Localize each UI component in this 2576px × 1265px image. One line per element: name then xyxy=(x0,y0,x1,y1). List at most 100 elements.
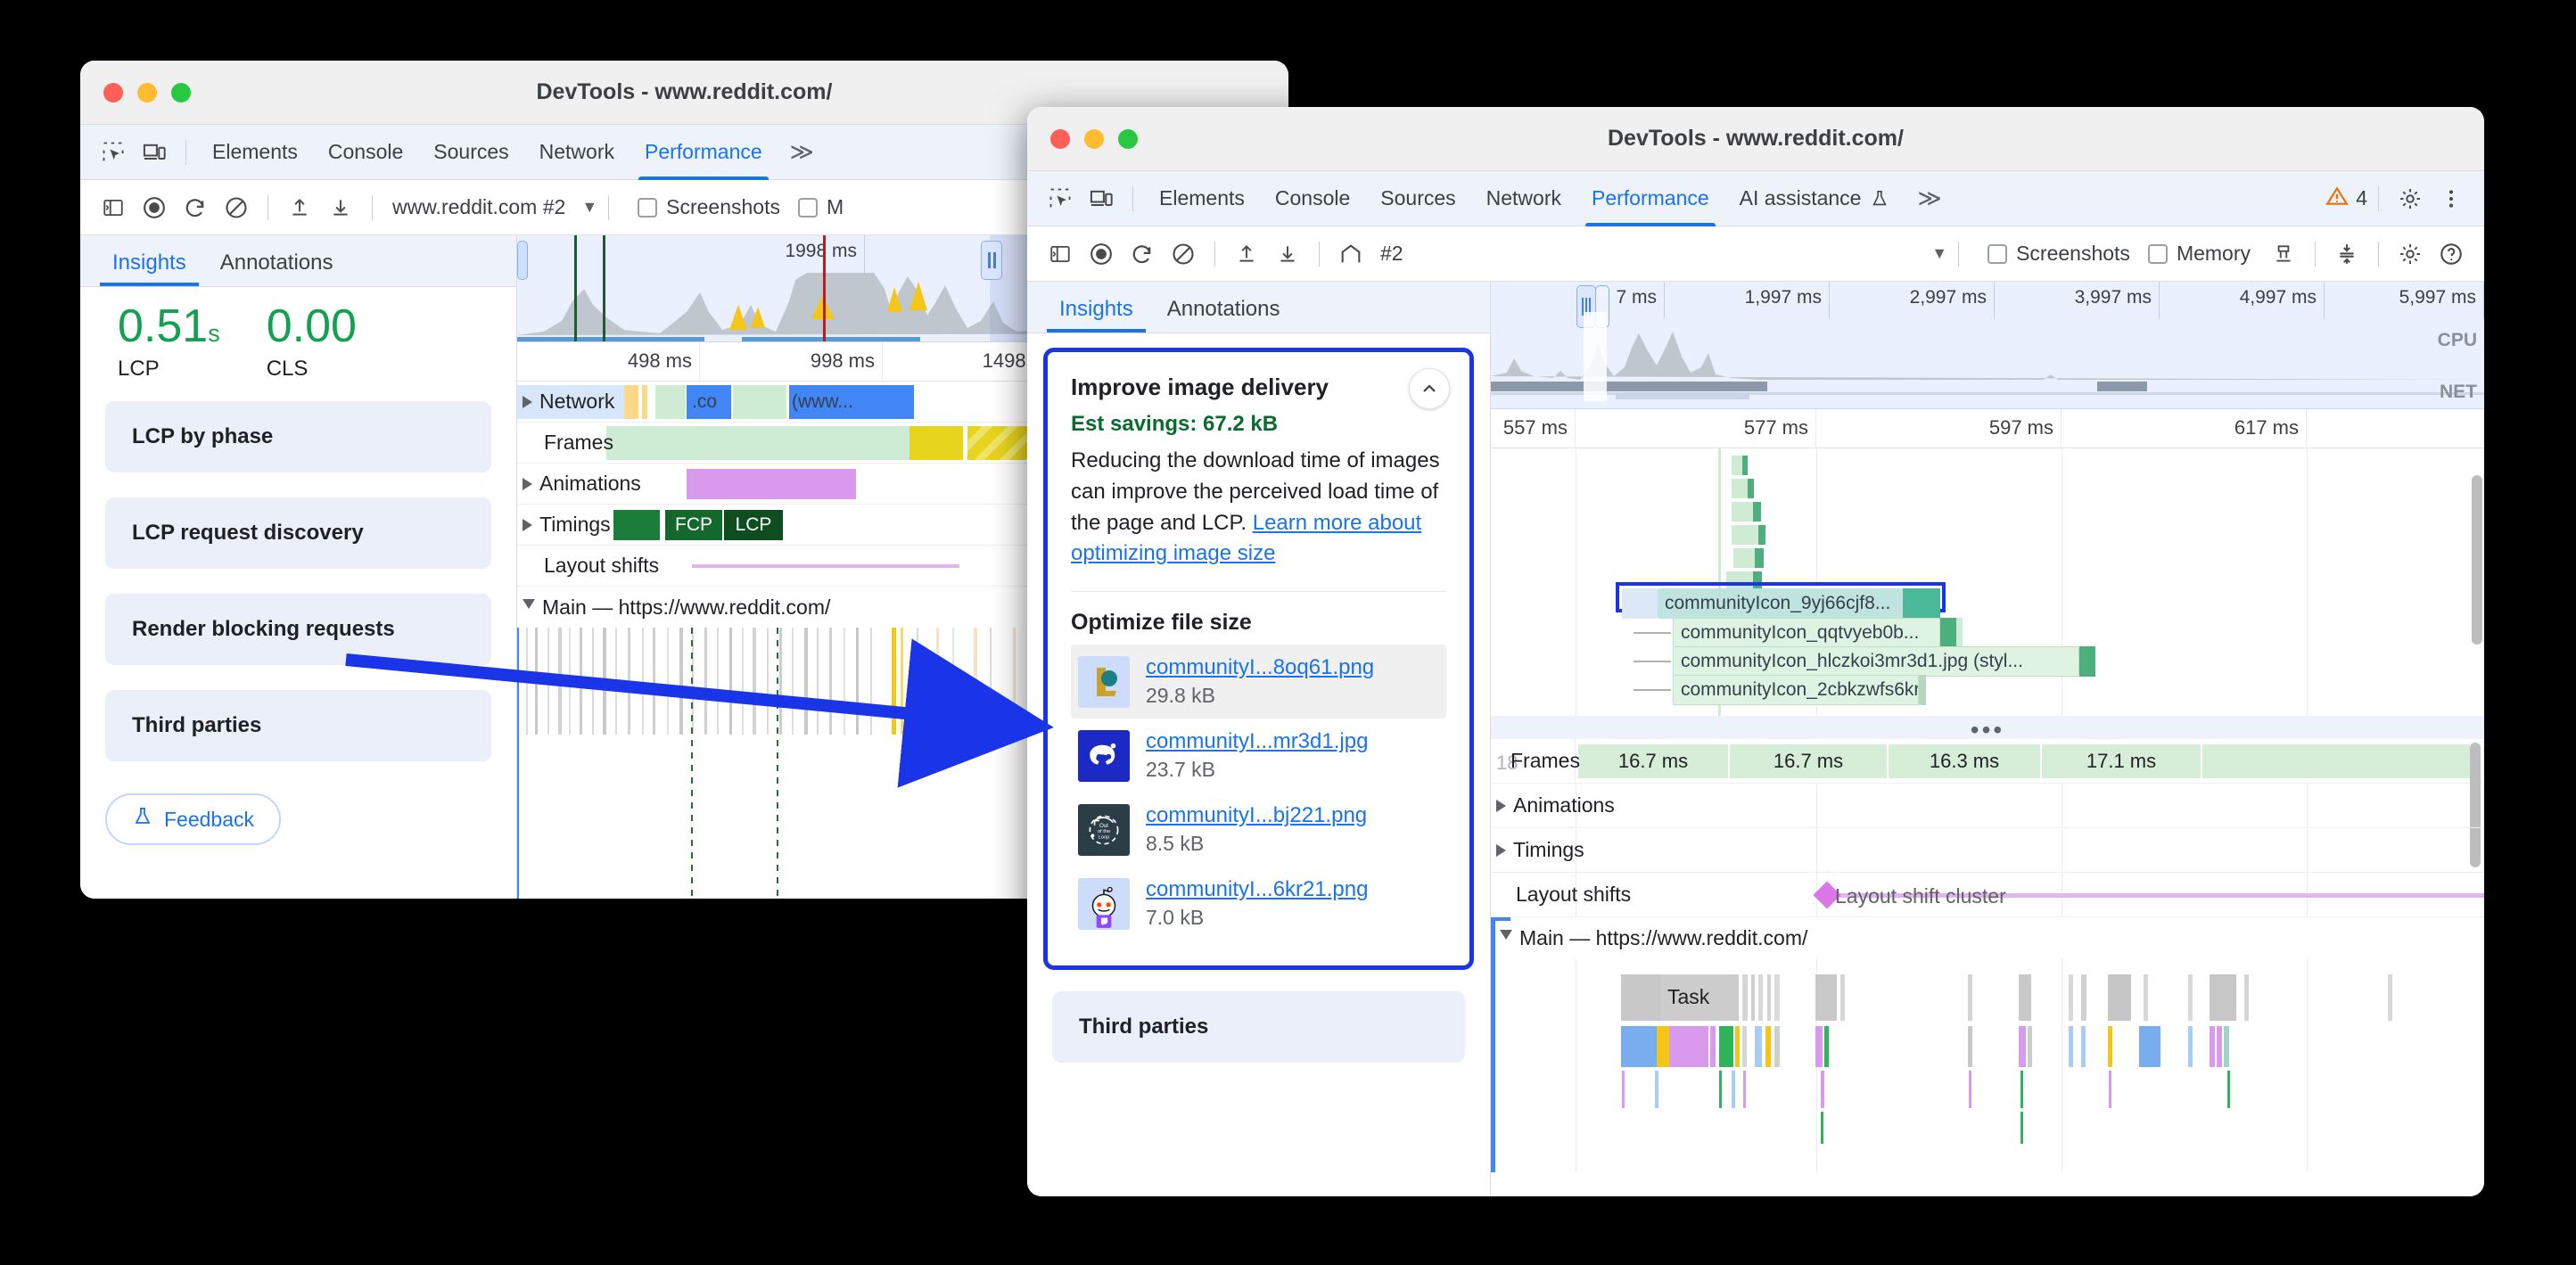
sidebar-tab-annotations[interactable]: Annotations xyxy=(208,251,346,286)
device-toolbar-icon[interactable] xyxy=(134,132,175,173)
front-sidebar-tabs[interactable]: Insights Annotations xyxy=(1027,282,1490,333)
tab-sources[interactable]: Sources xyxy=(418,125,523,180)
back-traffic-lights[interactable] xyxy=(80,82,191,103)
save-profile-icon[interactable] xyxy=(1267,234,1308,275)
gear-icon[interactable] xyxy=(2390,234,2431,275)
screenshots-checkbox[interactable]: Screenshots xyxy=(638,195,780,219)
front-titlebar[interactable]: DevTools - www.reddit.com/ xyxy=(1027,107,2484,171)
back-recording-selector[interactable]: www.reddit.com #2 ▼ xyxy=(383,195,597,219)
front-track-layout-shifts[interactable]: Layout shift cluster Layout shifts xyxy=(1491,873,2484,917)
toggle-sidebar-icon[interactable] xyxy=(93,187,134,228)
insight-third-parties[interactable]: Third parties xyxy=(105,690,491,761)
more-tabs-icon[interactable]: ≫ xyxy=(778,138,827,166)
clear-recording-icon[interactable] xyxy=(1163,234,1204,275)
tab-console[interactable]: Console xyxy=(313,125,418,180)
tab-performance[interactable]: Performance xyxy=(1576,171,1724,226)
close-window-button[interactable] xyxy=(103,82,123,103)
front-flamechart[interactable]: Task xyxy=(1491,958,2484,1172)
more-tabs-icon[interactable]: ≫ xyxy=(1905,185,1954,212)
back-sidebar-tabs[interactable]: Insights Annotations xyxy=(80,235,516,287)
insight-card-improve-image-delivery[interactable]: Improve image delivery Est savings: 67.2… xyxy=(1043,348,1474,971)
front-overview[interactable]: 7 ms 1,997 ms 2,997 ms 3,997 ms 4,997 ms… xyxy=(1491,282,2484,409)
file-row[interactable]: communityI...6kr21.png 7.0 kB xyxy=(1071,867,1446,941)
file-name[interactable]: communityI...8oq61.png xyxy=(1146,655,1374,679)
device-toolbar-icon[interactable] xyxy=(1081,178,1122,219)
load-profile-icon[interactable] xyxy=(1226,234,1267,275)
file-name[interactable]: communityI...mr3d1.jpg xyxy=(1146,729,1368,753)
toggle-sidebar-icon[interactable] xyxy=(1040,234,1081,275)
file-row[interactable]: communityI...8oq61.png 29.8 kB xyxy=(1071,645,1446,719)
file-name[interactable]: communityI...bj221.png xyxy=(1146,803,1367,827)
insight-lcp-by-phase[interactable]: LCP by phase xyxy=(105,401,491,472)
save-profile-icon[interactable] xyxy=(320,187,361,228)
overview-right-handle[interactable] xyxy=(981,241,1002,280)
front-network-rows[interactable]: communityIcon_9yj66cjf8... communityIcon… xyxy=(1491,448,2484,716)
frame-block[interactable]: 16.7 ms xyxy=(1730,744,1887,778)
maximize-window-button[interactable] xyxy=(1118,128,1138,149)
front-track-animations[interactable]: Animations xyxy=(1491,784,2484,828)
front-recording-selector[interactable]: #2 xyxy=(1371,242,1403,266)
file-row[interactable]: communityI...mr3d1.jpg 23.7 kB xyxy=(1071,719,1446,793)
file-name[interactable]: communityI...6kr21.png xyxy=(1146,877,1368,901)
warning-badge[interactable]: 4 xyxy=(2325,185,2367,213)
network-row[interactable]: communityIcon_qqtvyeb0b... xyxy=(1673,618,1940,648)
checkbox-square[interactable] xyxy=(1988,243,2008,264)
record-icon[interactable] xyxy=(1081,234,1122,275)
network-row[interactable]: communityIcon_9yj66cjf8... xyxy=(1658,588,1907,619)
expand-triangle-icon[interactable] xyxy=(1496,799,1506,812)
network-throttle-icon[interactable] xyxy=(2326,234,2367,275)
insight-lcp-request-discovery[interactable]: LCP request discovery xyxy=(105,497,491,569)
tab-network[interactable]: Network xyxy=(524,125,630,180)
reload-and-record-icon[interactable] xyxy=(1122,234,1163,275)
maximize-window-button[interactable] xyxy=(171,82,191,103)
back-network-label[interactable]: Network xyxy=(517,382,614,422)
cpu-throttle-icon[interactable] xyxy=(2263,234,2304,275)
expand-triangle-icon[interactable] xyxy=(1496,843,1506,857)
network-row[interactable]: communityIcon_2cbkzwfs6kr... xyxy=(1673,675,1919,705)
front-traffic-lights[interactable] xyxy=(1027,128,1138,149)
feedback-button[interactable]: Feedback xyxy=(105,793,282,845)
inspect-element-icon[interactable] xyxy=(1040,178,1081,219)
frame-block[interactable]: 17.1 ms xyxy=(2042,744,2201,778)
tab-performance[interactable]: Performance xyxy=(630,125,778,180)
record-icon[interactable] xyxy=(134,187,175,228)
frame-block[interactable]: 16.7 ms xyxy=(1578,744,1728,778)
expand-triangle-icon[interactable] xyxy=(523,518,532,531)
kebab-menu-icon[interactable] xyxy=(2431,178,2472,219)
tab-sources[interactable]: Sources xyxy=(1365,171,1470,226)
network-overflow-indicator[interactable]: ••• xyxy=(1491,716,2484,743)
minimize-window-button[interactable] xyxy=(137,82,157,103)
front-panel-tabstrip[interactable]: Elements Console Sources Network Perform… xyxy=(1027,171,2484,226)
home-icon[interactable] xyxy=(1330,234,1371,275)
overview-selection-region[interactable] xyxy=(1584,312,1607,401)
timing-marker-lcp[interactable]: LCP xyxy=(724,510,783,540)
tab-ai-assistance[interactable]: AI assistance xyxy=(1724,171,1905,226)
front-track-timings[interactable]: Timings xyxy=(1491,828,2484,873)
sidebar-tab-annotations[interactable]: Annotations xyxy=(1155,297,1293,333)
chevron-down-icon[interactable]: ▼ xyxy=(581,198,597,217)
collapse-triangle-icon[interactable] xyxy=(523,599,535,615)
tab-console[interactable]: Console xyxy=(1260,171,1365,226)
insight-render-blocking-requests[interactable]: Render blocking requests xyxy=(105,594,491,665)
help-icon[interactable] xyxy=(2431,234,2472,275)
network-row[interactable]: communityIcon_hlczkoi3mr3d1.jpg (styl... xyxy=(1673,646,2079,677)
chevron-down-icon[interactable]: ▼ xyxy=(1931,244,1947,263)
sidebar-tab-insights[interactable]: Insights xyxy=(100,251,199,286)
overview-left-handle[interactable] xyxy=(517,241,528,280)
tab-elements[interactable]: Elements xyxy=(197,125,313,180)
close-window-button[interactable] xyxy=(1050,128,1070,149)
memory-checkbox[interactable]: M xyxy=(798,195,844,219)
checkbox-square[interactable] xyxy=(2147,243,2168,264)
expand-triangle-icon[interactable] xyxy=(523,395,532,408)
frame-block[interactable]: 16.3 ms xyxy=(1889,744,2040,778)
checkbox-square[interactable] xyxy=(638,197,658,218)
collapse-card-button[interactable] xyxy=(1409,368,1450,409)
clear-recording-icon[interactable] xyxy=(216,187,257,228)
file-row[interactable]: Out of the Loop communityI...bj221.png 8… xyxy=(1071,793,1446,867)
screenshots-checkbox[interactable]: Screenshots xyxy=(1988,242,2130,266)
front-track-main[interactable]: Main — https://www.reddit.com/ xyxy=(1491,917,2484,962)
memory-checkbox[interactable]: Memory xyxy=(2147,242,2251,266)
sidebar-tab-insights[interactable]: Insights xyxy=(1047,297,1146,333)
expand-triangle-icon[interactable] xyxy=(523,477,532,490)
timing-marker-fcp[interactable]: FCP xyxy=(665,510,722,540)
